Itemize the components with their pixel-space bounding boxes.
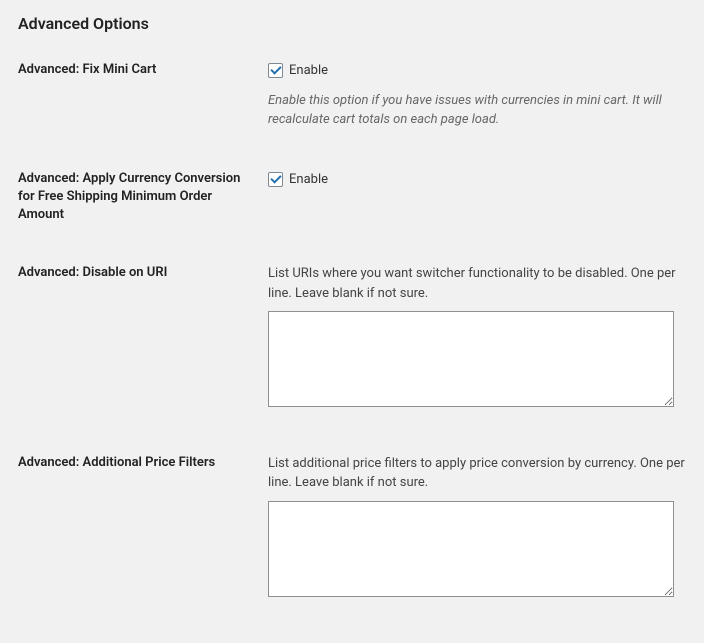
description-disable-on-uri: List URIs where you want switcher functi… — [268, 264, 686, 303]
settings-form-table: Advanced: Fix Mini Cart Enable Enable th… — [18, 61, 686, 643]
cell-additional-price-filters: List additional price filters to apply p… — [268, 454, 686, 643]
row-additional-price-filters: Advanced: Additional Price Filters List … — [18, 454, 686, 643]
label-apply-currency-conversion: Advanced: Apply Currency Conversion for … — [18, 170, 268, 265]
label-fix-mini-cart: Advanced: Fix Mini Cart — [18, 61, 268, 170]
checkbox-label-apply-currency-conversion: Enable — [289, 170, 328, 190]
checkbox-row-fix-mini-cart: Enable — [268, 61, 686, 81]
description-fix-mini-cart: Enable this option if you have issues wi… — [268, 91, 678, 130]
description-additional-price-filters: List additional price filters to apply p… — [268, 454, 686, 493]
row-disable-on-uri: Advanced: Disable on URI List URIs where… — [18, 264, 686, 454]
checkbox-label-fix-mini-cart: Enable — [289, 61, 328, 81]
cell-apply-currency-conversion: Enable — [268, 170, 686, 265]
checkbox-row-apply-currency-conversion: Enable — [268, 170, 686, 190]
checkbox-fix-mini-cart[interactable] — [268, 63, 283, 78]
row-apply-currency-conversion: Advanced: Apply Currency Conversion for … — [18, 170, 686, 265]
textarea-additional-price-filters[interactable] — [268, 501, 674, 597]
textarea-disable-on-uri[interactable] — [268, 311, 674, 407]
row-fix-mini-cart: Advanced: Fix Mini Cart Enable Enable th… — [18, 61, 686, 170]
section-title: Advanced Options — [18, 14, 686, 33]
cell-fix-mini-cart: Enable Enable this option if you have is… — [268, 61, 686, 170]
label-additional-price-filters: Advanced: Additional Price Filters — [18, 454, 268, 643]
cell-disable-on-uri: List URIs where you want switcher functi… — [268, 264, 686, 454]
checkbox-apply-currency-conversion[interactable] — [268, 172, 283, 187]
label-disable-on-uri: Advanced: Disable on URI — [18, 264, 268, 454]
